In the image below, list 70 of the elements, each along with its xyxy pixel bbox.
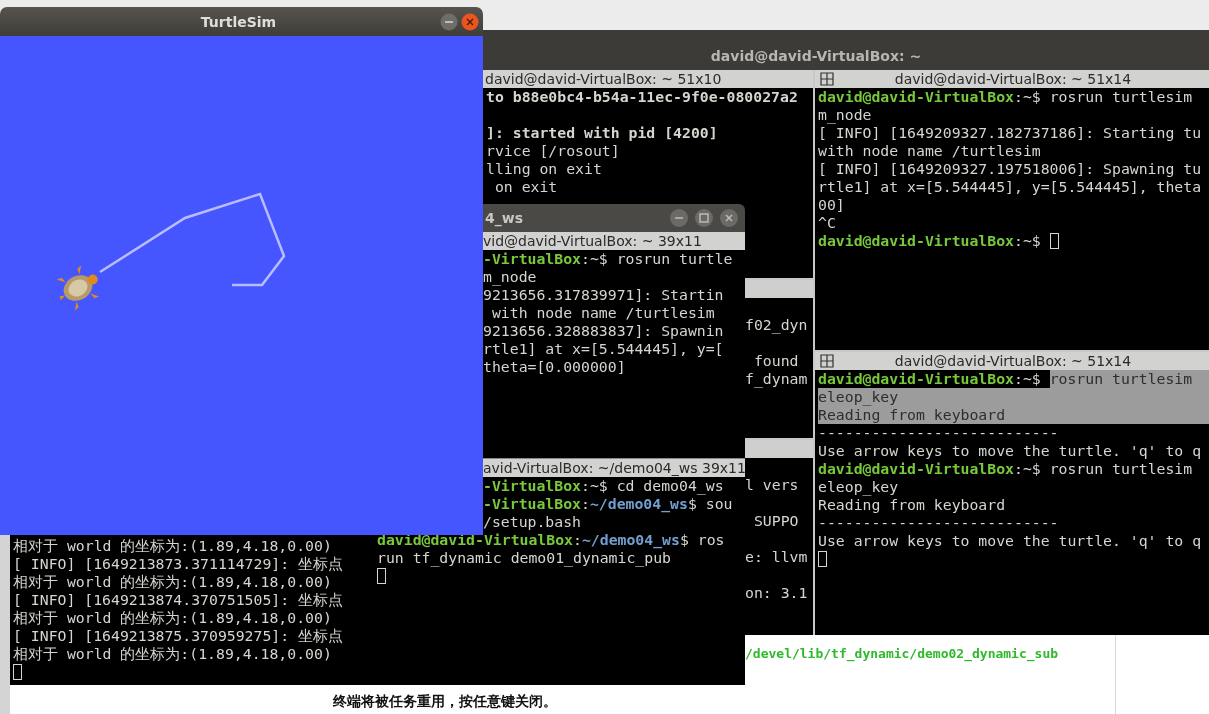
text-cursor (1049, 233, 1059, 249)
terminal-line: Use arrow keys to move the turtle. 'q' to q (818, 442, 1202, 460)
terminal-line: 9213656.328883837]: Spawnin (483, 322, 724, 340)
maximize-button[interactable] (694, 208, 714, 228)
terminal-line: Use arrow keys to move the turtle. 'q' to q (818, 532, 1202, 550)
minimize-button[interactable] (669, 208, 689, 228)
terminal-line: rvice [/rosout] (486, 142, 620, 160)
pane-title: vid@david-VirtualBox: ~ 39x11 (483, 233, 702, 249)
terminal-line: [ INFO] [1649213874.370751505]: 坐标点 (13, 591, 344, 609)
grid-icon[interactable] (820, 72, 834, 86)
terminal-line: -VirtualBox:~$ cd demo04_ws (483, 477, 724, 495)
terminal-line: eleop_key (818, 478, 899, 496)
terminal-line: l vers (745, 476, 799, 494)
terminal-line: -VirtualBox:~$ rosrun turtle (483, 250, 733, 268)
terminal-line: [ INFO] [1649209327.182737186]: Starting tu (818, 124, 1202, 142)
terminal-line: --------------------------- (818, 424, 1059, 442)
window-title: 4_ws (485, 210, 523, 226)
grid-icon[interactable] (820, 354, 834, 368)
pane-title: david@david-VirtualBox: ~ 51x14 (894, 353, 1132, 369)
terminal-line: ]: started with pid [4200] (486, 124, 718, 142)
minimize-button[interactable] (440, 12, 458, 31)
terminal-line: --------------------------- (818, 514, 1059, 532)
terminal-line: f_dynam (745, 370, 808, 388)
terminal-line: found (752, 352, 799, 370)
text-cursor (818, 551, 827, 567)
terminal-line: [ INFO] [1649209327.197518006]: Spawning tu (818, 160, 1202, 178)
terminal-line: david@david-VirtualBox:~$ rosrun turtlesim (818, 88, 1194, 106)
terminal-line: -VirtualBox:~/demo04_ws$ sou (483, 495, 733, 513)
pane-title: david@david-VirtualBox: ~ 51x14 (894, 71, 1132, 87)
terminal-line: lling on exit (486, 160, 602, 178)
text-cursor (377, 568, 386, 584)
terminal-line: 相对于 world 的坐标为:(1.89,4.18,0.00) (13, 645, 332, 663)
terminal-line: Reading from keyboard (818, 496, 1006, 514)
terminal-line: e: llvm (745, 548, 808, 566)
window-title: david@david-VirtualBox: ~ (710, 48, 922, 64)
terminal-line: 相对于 world 的坐标为:(1.89,4.18,0.00) (13, 537, 332, 555)
terminal-line: david@david-VirtualBox:~$ rosrun turtlesim (818, 460, 1194, 478)
window-title: TurtleSim (199, 13, 277, 30)
terminal-line: on exit (493, 178, 558, 196)
terminal-line: run tf_dynamic demo01_dynamic_pub (377, 549, 671, 567)
text-cursor (13, 664, 22, 680)
terminal-line: rtle1] at x=[5.544445], y=[5.544445], theta (818, 178, 1202, 196)
terminal-line: [ INFO] [1649213875.370959275]: 坐标点 (13, 627, 344, 645)
file-path: /devel/lib/tf_dynamic/demo02_dynamic_sub (745, 646, 1059, 661)
terminal-line: rtle1] at x=[5.544445], y=[ (483, 340, 724, 358)
terminal-line: david@david-VirtualBox:~$ (818, 232, 1042, 250)
pane-title: avid-VirtualBox: ~/demo04_ws 39x11 (483, 460, 745, 476)
turtle-drawing (56, 265, 100, 311)
terminal-line: SUPPO (752, 512, 799, 530)
terminal-line: with node name /turtlesim (490, 304, 715, 322)
notice-text: 终端将被任务重用，按任意键关闭。 (333, 693, 557, 711)
terminal-line: to b88e0bc4-b54a-11ec-9f0e-080027a2 (486, 88, 798, 106)
terminal-line: theta=[0.000000] (483, 358, 626, 376)
terminal-line: on: 3.1 (745, 584, 808, 602)
terminal-line: /setup.bash (483, 513, 581, 531)
terminal-line: 9213656.317839971]: Startin (483, 286, 724, 304)
terminal-line: 相对于 world 的坐标为:(1.89,4.18,0.00) (13, 609, 332, 627)
terminal-line: david@david-VirtualBox:~/demo04_ws$ ros (377, 531, 725, 549)
terminal-line: with node name /turtlesim (818, 142, 1041, 160)
close-button[interactable] (719, 208, 739, 228)
pane-title: david@david-VirtualBox: ~ 51x10 (485, 71, 722, 87)
terminal-line: f02_dyn (745, 316, 808, 334)
terminal-line: m_node (818, 106, 872, 124)
terminal-line: [ INFO] [1649213873.371114729]: 坐标点 (13, 555, 344, 573)
terminal-line: ^C (818, 214, 836, 232)
terminal-line: 相对于 world 的坐标为:(1.89,4.18,0.00) (13, 573, 332, 591)
close-button[interactable] (461, 12, 479, 31)
terminal-line: david@david-VirtualBox:~$ rosrun turtlesim (818, 370, 1209, 388)
terminal-line: m_node (483, 268, 537, 286)
terminal-line: 00] (818, 196, 845, 214)
